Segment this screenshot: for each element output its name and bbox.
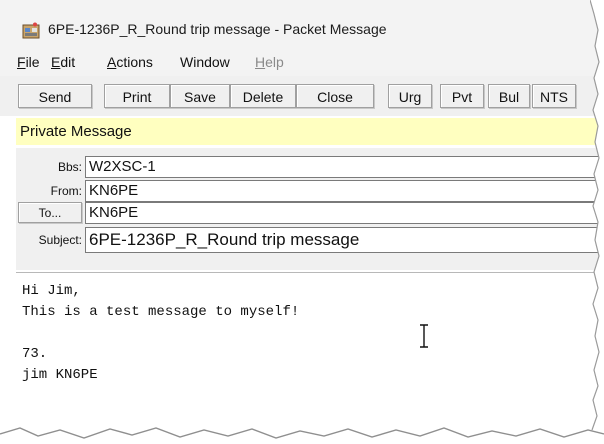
message-type-banner: Private Message — [16, 118, 604, 145]
torn-edge-right — [590, 0, 604, 444]
packet-message-app-icon — [22, 22, 40, 39]
window-title: 6PE-1236P_R_Round trip message - Packet … — [48, 21, 387, 37]
menu-window[interactable]: Window — [180, 54, 230, 70]
body-line: Hi Jim, — [22, 283, 81, 299]
menu-actions[interactable]: Actions — [107, 54, 153, 70]
message-body[interactable]: Hi Jim, This is a test message to myself… — [16, 272, 604, 435]
title-bar: 6PE-1236P_R_Round trip message - Packet … — [0, 0, 604, 52]
save-button[interactable]: Save — [170, 84, 230, 108]
from-field[interactable]: KN6PE — [85, 180, 604, 202]
delete-button[interactable]: Delete — [230, 84, 296, 108]
subject-label: Subject: — [38, 233, 82, 247]
from-label: From: — [50, 184, 82, 198]
menu-edit[interactable]: Edit — [51, 54, 75, 70]
menu-file[interactable]: File — [17, 54, 40, 70]
bbs-field[interactable]: W2XSC-1 — [85, 156, 604, 178]
bulletin-button[interactable]: Bul — [488, 84, 530, 108]
urgent-button[interactable]: Urg — [388, 84, 432, 108]
body-line: jim KN6PE — [22, 367, 98, 383]
bbs-label: Bbs: — [57, 160, 82, 174]
print-button[interactable]: Print — [104, 84, 170, 108]
subject-field[interactable]: 6PE-1236P_R_Round trip message — [85, 227, 604, 253]
nts-button[interactable]: NTS — [532, 84, 576, 108]
menu-help[interactable]: Help — [255, 54, 284, 70]
torn-edge-bottom — [0, 427, 604, 444]
body-line: This is a test message to myself! — [22, 304, 300, 320]
toolbar: Send Print Save Delete Close Urg Pvt Bul… — [0, 76, 604, 116]
to-field[interactable]: KN6PE — [85, 202, 604, 224]
private-button[interactable]: Pvt — [440, 84, 484, 108]
send-button[interactable]: Send — [18, 84, 92, 108]
body-line: 73. — [22, 346, 48, 362]
header-fields: Bbs: W2XSC-1 From: KN6PE To... KN6PE Sub… — [16, 148, 604, 270]
text-cursor-icon — [420, 324, 428, 348]
menu-bar: File Edit Actions Window Help — [0, 52, 604, 76]
to-button[interactable]: To... — [18, 202, 82, 223]
close-button[interactable]: Close — [296, 84, 374, 108]
packet-message-window: 6PE-1236P_R_Round trip message - Packet … — [0, 0, 604, 444]
